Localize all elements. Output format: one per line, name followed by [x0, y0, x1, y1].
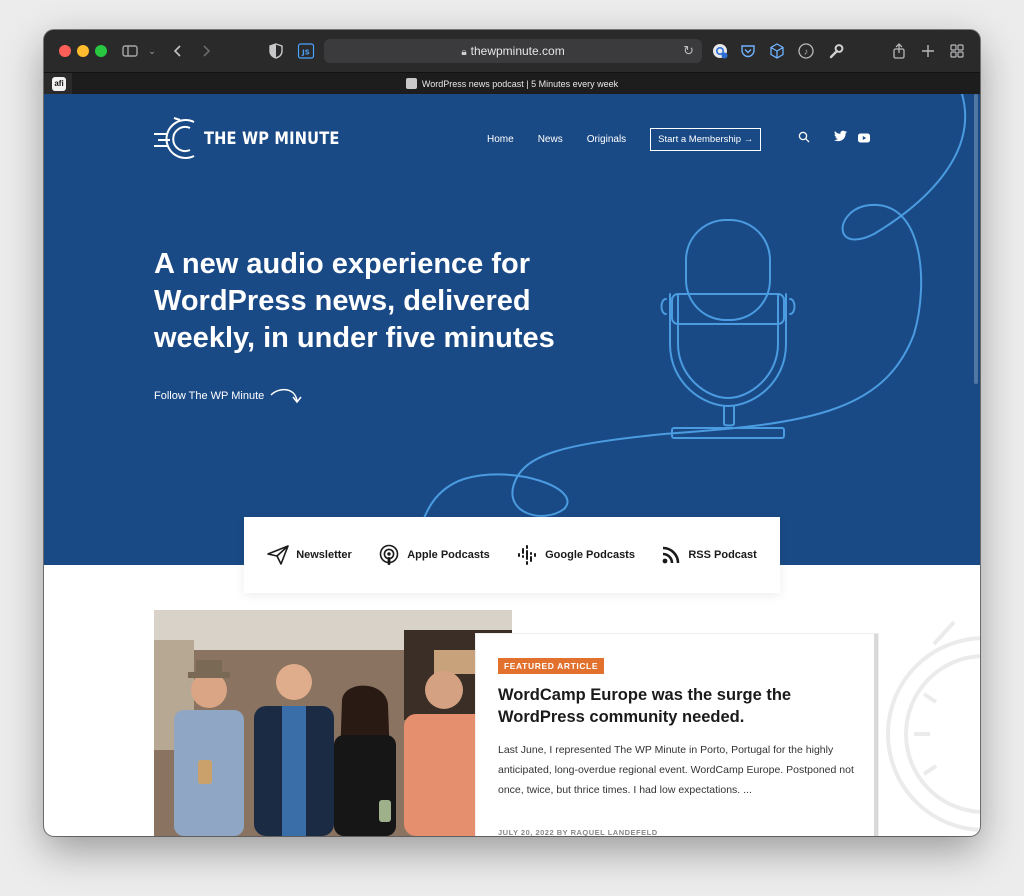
apple-podcasts-link[interactable]: Apple Podcasts: [378, 544, 490, 566]
google-podcasts-link[interactable]: Google Podcasts: [516, 544, 635, 566]
nav-originals[interactable]: Originals: [587, 134, 626, 145]
svg-text:JS: JS: [301, 49, 310, 57]
close-window-button[interactable]: [59, 45, 71, 57]
stopwatch-logo-icon: [154, 117, 195, 159]
password-extension-icon[interactable]: [710, 41, 730, 61]
shield-icon[interactable]: [266, 41, 286, 61]
web-page: THE WP MINUTE Home News Originals Start …: [44, 94, 980, 836]
stopwatch-watermark-icon: [886, 620, 980, 832]
follow-label: Follow The WP Minute: [154, 390, 265, 402]
minimize-window-button[interactable]: [77, 45, 89, 57]
tab-strip: afi WordPress news podcast | 5 Minutes e…: [44, 72, 980, 95]
site-logo[interactable]: THE WP MINUTE: [154, 116, 362, 162]
paper-plane-icon: [267, 545, 289, 565]
lock-icon: 🔒︎: [461, 47, 467, 58]
new-tab-icon[interactable]: [918, 41, 938, 61]
featured-article-card: FEATURED ARTICLE WordCamp Europe was the…: [476, 634, 878, 836]
tab-favicon-icon: [405, 78, 417, 89]
active-tab[interactable]: WordPress news podcast | 5 Minutes every…: [44, 73, 980, 95]
logo-text: THE WP MINUTE: [204, 129, 340, 149]
share-icon[interactable]: [889, 41, 909, 61]
featured-article-meta: JULY 20, 2022 BY RAQUEL LANDEFELD: [498, 828, 658, 836]
youtube-icon[interactable]: [858, 130, 870, 148]
rss-podcast-link[interactable]: RSS Podcast: [661, 545, 757, 565]
podcast-icon: [379, 544, 399, 565]
follow-link[interactable]: Follow The WP Minute: [154, 385, 303, 407]
browser-window: ⌄ JS 🔒︎ thewpminute.com ↻ ♪ afi WordPres…: [44, 30, 980, 836]
url-text: thewpminute.com: [470, 44, 565, 58]
hero-headline: A new audio experience for WordPress new…: [154, 248, 555, 354]
address-bar[interactable]: 🔒︎ thewpminute.com ↻: [324, 39, 702, 63]
page-scrollbar[interactable]: [974, 94, 978, 384]
cube-icon[interactable]: [767, 41, 787, 61]
svg-text:♪: ♪: [804, 47, 809, 57]
google-podcasts-icon: [518, 545, 537, 565]
back-icon[interactable]: [168, 41, 188, 61]
featured-article-title[interactable]: WordCamp Europe was the surge the WordPr…: [498, 684, 848, 728]
tab-title: WordPress news podcast | 5 Minutes every…: [421, 79, 619, 89]
start-membership-button[interactable]: Start a Membership →: [650, 128, 762, 151]
curved-arrow-icon: [270, 388, 302, 404]
apple-podcasts-label: Apple Podcasts: [407, 549, 490, 561]
music-note-icon[interactable]: ♪: [796, 41, 816, 61]
sidebar-toggle-icon[interactable]: [120, 41, 140, 61]
featured-article-excerpt: Last June, I represented The WP Minute i…: [498, 744, 854, 796]
chevron-down-icon[interactable]: ⌄: [142, 41, 162, 61]
tab-overview-icon[interactable]: [947, 41, 967, 61]
js-extension-icon[interactable]: JS: [296, 41, 316, 61]
forward-icon[interactable]: [196, 41, 216, 61]
rss-icon: [662, 546, 680, 564]
newsletter-label: Newsletter: [296, 549, 352, 561]
nav-news[interactable]: News: [538, 134, 563, 145]
wrench-icon[interactable]: [826, 41, 846, 61]
search-icon[interactable]: [798, 130, 810, 148]
rss-podcast-label: RSS Podcast: [688, 549, 757, 561]
featured-article-photo[interactable]: [154, 610, 512, 836]
nav-home[interactable]: Home: [487, 134, 514, 145]
twitter-icon[interactable]: [834, 129, 847, 147]
subscribe-bar: Newsletter Apple Podcasts Google Podcast…: [244, 517, 780, 593]
pocket-icon[interactable]: [738, 41, 758, 61]
browser-toolbar: ⌄ JS 🔒︎ thewpminute.com ↻ ♪: [44, 30, 980, 72]
newsletter-link[interactable]: Newsletter: [267, 545, 352, 565]
google-podcasts-label: Google Podcasts: [545, 549, 635, 561]
hero-section: THE WP MINUTE Home News Originals Start …: [44, 94, 980, 565]
reload-icon[interactable]: ↻: [683, 39, 694, 63]
main-nav: Home News Originals Start a Membership →: [487, 128, 762, 151]
featured-badge: FEATURED ARTICLE: [498, 658, 605, 674]
zoom-window-button[interactable]: [95, 45, 107, 57]
